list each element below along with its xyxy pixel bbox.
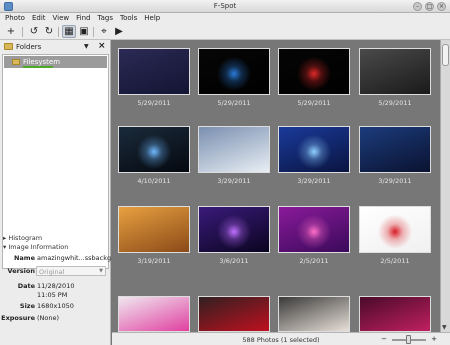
minimize-icon[interactable]: –: [413, 2, 422, 11]
import-icon: +: [6, 26, 16, 37]
slideshow-button[interactable]: ▶: [112, 25, 126, 38]
photo-thumbnail[interactable]: [359, 126, 431, 173]
photo-date: 5/29/2011: [137, 99, 171, 107]
photo-thumbnail[interactable]: [198, 206, 270, 253]
edit-view-button[interactable]: ▣: [77, 25, 91, 38]
zoom-control: − +: [380, 335, 440, 344]
info-date-label: Date: [17, 282, 35, 290]
photo-thumbnail[interactable]: [198, 48, 270, 95]
zoom-in-icon[interactable]: +: [430, 335, 438, 343]
menu-tools[interactable]: Tools: [120, 13, 137, 24]
info-exposure-label: Exposure: [1, 314, 35, 322]
photo-thumbnail[interactable]: [278, 296, 350, 332]
tree-item-label: Filesystem: [23, 58, 61, 66]
rotate-right-button[interactable]: ↻: [42, 25, 56, 38]
info-size-value: 1680x1050: [37, 302, 74, 310]
toolbar-separator: [58, 27, 59, 37]
photo-date: 5/29/2011: [217, 99, 251, 107]
menu-bar: Photo Edit View Find Tags Tools Help: [0, 13, 450, 24]
image-info-expander[interactable]: ▾ Image Information: [3, 243, 68, 251]
sidebar: Folders ▼ × Filesystem ▸ Histogram ▾ Ima…: [0, 40, 123, 345]
photo-thumbnail[interactable]: [118, 206, 190, 253]
import-button[interactable]: +: [4, 25, 18, 38]
folder-icon: [4, 43, 13, 50]
info-size-label: Size: [19, 302, 35, 310]
fullscreen-button[interactable]: ⌖: [97, 25, 111, 38]
menu-edit[interactable]: Edit: [32, 13, 46, 24]
maximize-icon[interactable]: □: [425, 2, 434, 11]
folder-icon: [12, 59, 20, 65]
histogram-expander[interactable]: ▸ Histogram: [3, 234, 42, 242]
fullscreen-icon: ⌖: [101, 26, 107, 37]
edit-view-icon: ▣: [79, 26, 89, 37]
photo-thumbnail[interactable]: [359, 296, 431, 332]
status-bar: 588 Photos (1 selected) − +: [112, 332, 450, 345]
close-icon[interactable]: ×: [98, 41, 106, 51]
photo-date: 3/29/2011: [217, 177, 251, 185]
vertical-scrollbar[interactable]: ▼: [440, 40, 450, 332]
photo-thumbnail[interactable]: [118, 126, 190, 173]
tree-item-underline: [23, 66, 53, 68]
zoom-slider-handle[interactable]: [406, 335, 411, 344]
version-select[interactable]: Original ▼: [36, 266, 106, 276]
toolbar: + ↺ ↻ ▦ ▣ ⌖ ▶: [0, 24, 450, 40]
slideshow-icon: ▶: [115, 26, 123, 37]
folders-header: Folders ▼ ×: [2, 41, 109, 53]
photo-grid[interactable]: 5/29/2011 5/29/2011 5/29/2011 5/29/2011 4/10…: [112, 40, 440, 332]
toolbar-separator: [93, 27, 94, 37]
photo-date: 4/10/2011: [137, 177, 171, 185]
scroll-down-icon[interactable]: ▼: [442, 324, 447, 331]
close-window-icon[interactable]: ×: [437, 2, 446, 11]
photo-thumbnail[interactable]: [359, 206, 431, 253]
browse-view-icon: ▦: [64, 26, 74, 37]
image-info-label: Image Information: [8, 243, 69, 251]
photo-date: 5/29/2011: [297, 99, 331, 107]
info-name-value: amazingwhit...ssbackg.jpg: [37, 254, 124, 262]
photo-date: 3/6/2011: [219, 257, 249, 265]
menu-view[interactable]: View: [53, 13, 70, 24]
rotate-left-icon: ↺: [29, 26, 39, 37]
toolbar-separator: [22, 27, 23, 37]
menu-find[interactable]: Find: [76, 13, 90, 24]
photo-date: 2/5/2011: [299, 257, 329, 265]
photo-date: 3/19/2011: [137, 257, 171, 265]
photo-thumbnail[interactable]: [118, 48, 190, 95]
rotate-left-button[interactable]: ↺: [27, 25, 41, 38]
info-time-value: 11:05 PM: [37, 291, 68, 299]
histogram-label: Histogram: [8, 234, 43, 242]
info-version-label: Version: [7, 267, 35, 275]
menu-help[interactable]: Help: [144, 13, 160, 24]
window-controls: – □ ×: [413, 2, 446, 11]
chevron-down-icon[interactable]: ▼: [84, 43, 89, 50]
photo-date: 2/5/2011: [380, 257, 410, 265]
version-select-value: Original: [39, 268, 65, 276]
photo-thumbnail[interactable]: [278, 48, 350, 95]
menu-photo[interactable]: Photo: [5, 13, 25, 24]
photo-date: 3/29/2011: [378, 177, 412, 185]
photo-date: 5/29/2011: [378, 99, 412, 107]
info-name-label: Name: [13, 254, 35, 262]
menu-tags[interactable]: Tags: [98, 13, 114, 24]
photo-thumbnail[interactable]: [198, 296, 270, 332]
photo-thumbnail[interactable]: [278, 126, 350, 173]
scrollbar-thumb[interactable]: [442, 44, 449, 66]
chevron-down-icon: ▼: [99, 268, 103, 274]
photo-thumbnail[interactable]: [278, 206, 350, 253]
photo-date: 3/29/2011: [297, 177, 331, 185]
browse-view-button[interactable]: ▦: [62, 25, 76, 38]
rotate-right-icon: ↻: [44, 26, 54, 37]
info-date-value: 11/28/2010: [37, 282, 75, 290]
title-bar: F-Spot – □ ×: [0, 0, 450, 13]
photo-thumbnail[interactable]: [118, 296, 190, 332]
photo-thumbnail[interactable]: [359, 48, 431, 95]
window-title: F-Spot: [213, 2, 237, 10]
photo-thumbnail[interactable]: [198, 126, 270, 173]
folders-label: Folders: [16, 43, 42, 51]
tree-item-filesystem[interactable]: Filesystem: [4, 56, 107, 68]
info-exposure-value: (None): [37, 314, 60, 322]
zoom-out-icon[interactable]: −: [380, 335, 388, 343]
